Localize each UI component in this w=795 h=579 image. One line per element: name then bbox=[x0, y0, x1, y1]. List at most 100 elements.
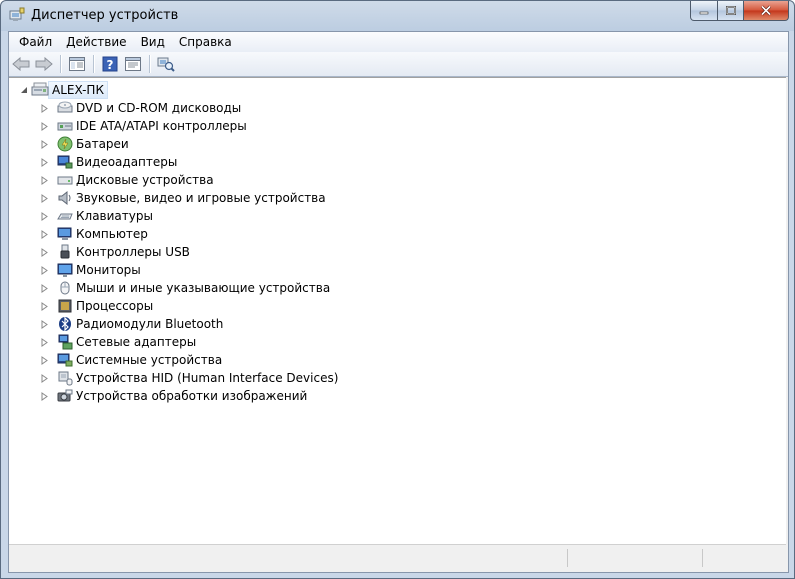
tree-item-label: Контроллеры USB bbox=[76, 245, 190, 259]
tree-item[interactable]: Дисковые устройства bbox=[40, 171, 338, 189]
expand-icon[interactable] bbox=[40, 283, 49, 293]
tree-item-label: Мыши и иные указывающие устройства bbox=[76, 281, 331, 295]
keyboard-icon bbox=[57, 208, 73, 224]
close-button[interactable] bbox=[744, 1, 789, 21]
tree-item[interactable]: Компьютер bbox=[40, 225, 338, 243]
maximize-icon bbox=[725, 5, 736, 15]
tree-item[interactable]: Контроллеры USB bbox=[40, 243, 338, 261]
window-title: Диспетчер устройств bbox=[31, 8, 179, 23]
device-manager-icon bbox=[9, 7, 25, 21]
show-hide-console-tree-icon bbox=[69, 57, 85, 71]
properties-icon bbox=[125, 57, 141, 71]
tree-item[interactable]: Процессоры bbox=[40, 297, 338, 315]
tree-item[interactable]: Звуковые, видео и игровые устройства bbox=[40, 189, 338, 207]
expand-icon[interactable] bbox=[40, 211, 49, 221]
tree-item-label: Устройства обработки изображений bbox=[76, 389, 308, 403]
svg-text:?: ? bbox=[107, 58, 114, 72]
status-pane-divider bbox=[567, 549, 568, 567]
tree-item[interactable]: Устройства HID (Human Interface Devices) bbox=[40, 369, 338, 387]
tree-item-label: Клавиатуры bbox=[76, 209, 153, 223]
status-bar bbox=[9, 544, 786, 571]
expand-icon[interactable] bbox=[40, 337, 49, 347]
expand-icon[interactable] bbox=[40, 319, 49, 329]
tree-item-label: Устройства HID (Human Interface Devices) bbox=[76, 371, 339, 385]
help-button[interactable]: ? bbox=[100, 54, 120, 74]
expand-icon[interactable] bbox=[40, 175, 49, 185]
computer-icon bbox=[57, 226, 73, 242]
minimize-button[interactable] bbox=[690, 1, 718, 21]
tree-item-label: DVD и CD-ROM дисководы bbox=[76, 101, 242, 115]
back-arrow-icon bbox=[12, 57, 30, 71]
display-adapter-icon bbox=[57, 154, 73, 170]
bluetooth-icon bbox=[57, 316, 73, 332]
toolbar-separator bbox=[93, 55, 95, 73]
device-manager-window: Диспетчер устройств Файл Действие Вид Сп… bbox=[0, 0, 795, 579]
tree-item-label: IDE ATA/ATAPI контроллеры bbox=[76, 119, 247, 133]
tree-item[interactable]: Радиомодули Bluetooth bbox=[40, 315, 338, 333]
scan-hardware-button[interactable] bbox=[156, 54, 176, 74]
tree-item-label: Видеоадаптеры bbox=[76, 155, 178, 169]
tree-item[interactable]: Мониторы bbox=[40, 261, 338, 279]
tree-item-label: Процессоры bbox=[76, 299, 154, 313]
tree-item[interactable]: Клавиатуры bbox=[40, 207, 338, 225]
hid-icon bbox=[57, 370, 73, 386]
tree-item[interactable]: Системные устройства bbox=[40, 351, 338, 369]
tree-item-label: Мониторы bbox=[76, 263, 141, 277]
minimize-icon bbox=[699, 11, 709, 14]
dvd-drive-icon bbox=[57, 100, 73, 116]
expand-icon[interactable] bbox=[40, 373, 49, 383]
menu-action[interactable]: Действие bbox=[59, 32, 133, 52]
forward-button[interactable] bbox=[34, 54, 54, 74]
menu-view[interactable]: Вид bbox=[134, 32, 172, 52]
toolbar-separator bbox=[60, 55, 62, 73]
toolbar-separator bbox=[149, 55, 151, 73]
tree-item[interactable]: Батареи bbox=[40, 135, 338, 153]
tree-item-label: Звуковые, видео и игровые устройства bbox=[76, 191, 326, 205]
tree-item[interactable]: Мыши и иные указывающие устройства bbox=[40, 279, 338, 297]
expand-icon[interactable] bbox=[40, 103, 49, 113]
battery-icon bbox=[57, 136, 73, 152]
toolbar: ? bbox=[9, 52, 788, 77]
tree-item-label: Радиомодули Bluetooth bbox=[76, 317, 224, 331]
help-icon: ? bbox=[102, 56, 118, 72]
maximize-button[interactable] bbox=[718, 1, 744, 21]
tree-item[interactable]: Сетевые адаптеры bbox=[40, 333, 338, 351]
mouse-icon bbox=[57, 280, 73, 296]
system-device-icon bbox=[57, 352, 73, 368]
show-hide-tree-button[interactable] bbox=[67, 54, 87, 74]
network-adapter-icon bbox=[57, 334, 73, 350]
menu-file[interactable]: Файл bbox=[12, 32, 59, 52]
expand-icon[interactable] bbox=[40, 391, 49, 401]
speaker-icon bbox=[57, 190, 73, 206]
root-label[interactable]: ALEX-ПК bbox=[48, 81, 108, 99]
tree-item-label: Дисковые устройства bbox=[76, 173, 214, 187]
close-icon bbox=[760, 5, 772, 16]
imaging-device-icon bbox=[57, 388, 73, 404]
back-button[interactable] bbox=[11, 54, 31, 74]
title-bar[interactable]: Диспетчер устройств bbox=[1, 1, 794, 31]
menu-help[interactable]: Справка bbox=[172, 32, 239, 52]
expand-icon[interactable] bbox=[40, 121, 49, 131]
expand-icon[interactable] bbox=[40, 229, 49, 239]
collapse-icon[interactable] bbox=[19, 86, 28, 95]
expand-icon[interactable] bbox=[40, 193, 49, 203]
processor-icon bbox=[57, 298, 73, 314]
tree-item-label: Сетевые адаптеры bbox=[76, 335, 197, 349]
menu-bar: Файл Действие Вид Справка bbox=[9, 32, 788, 52]
monitor-icon bbox=[57, 262, 73, 278]
tree-item[interactable]: IDE ATA/ATAPI контроллеры bbox=[40, 117, 338, 135]
expand-icon[interactable] bbox=[40, 157, 49, 167]
expand-icon[interactable] bbox=[40, 265, 49, 275]
expand-icon[interactable] bbox=[40, 247, 49, 257]
properties-button[interactable] bbox=[123, 54, 143, 74]
expand-icon[interactable] bbox=[40, 139, 49, 149]
expand-icon[interactable] bbox=[40, 355, 49, 365]
tree-root[interactable]: ALEX-ПК bbox=[19, 81, 108, 99]
device-tree[interactable]: ALEX-ПК DVD и CD-ROM дисководы IDE ATA/AT… bbox=[9, 77, 786, 544]
tree-item[interactable]: Устройства обработки изображений bbox=[40, 387, 338, 405]
client-area: Файл Действие Вид Справка ? ALEX-ПК DVD … bbox=[8, 31, 789, 573]
tree-item[interactable]: DVD и CD-ROM дисководы bbox=[40, 99, 338, 117]
tree-item[interactable]: Видеоадаптеры bbox=[40, 153, 338, 171]
tree-item-label: Системные устройства bbox=[76, 353, 223, 367]
expand-icon[interactable] bbox=[40, 301, 49, 311]
